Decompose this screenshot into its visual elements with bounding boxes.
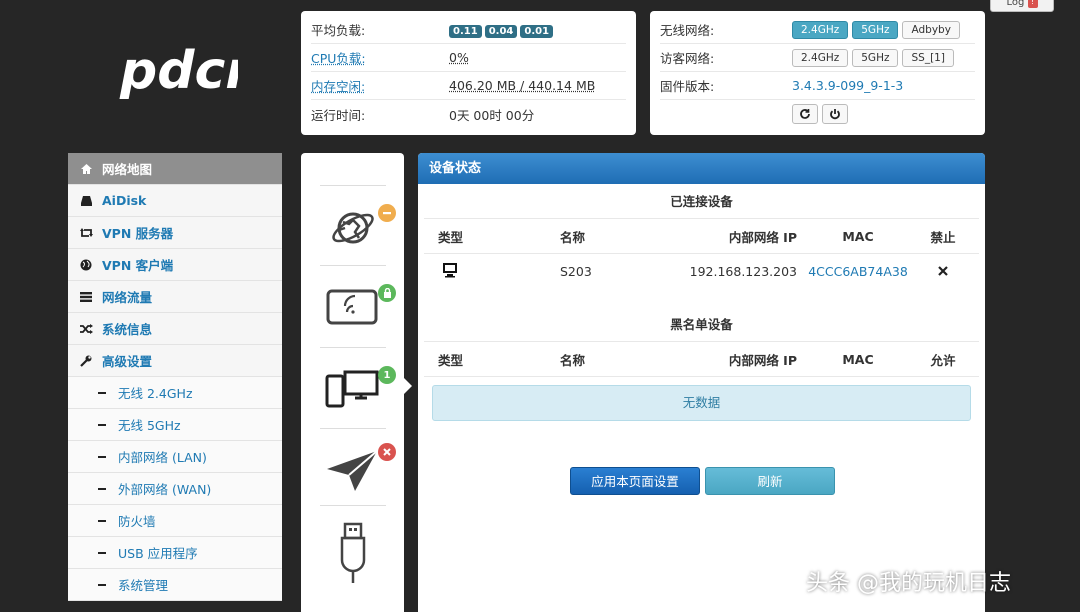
sidebar-item-vpn-server[interactable]: VPN 服务器	[68, 217, 282, 249]
error-badge-icon	[378, 443, 396, 461]
sidebar-item-network-map[interactable]: 网络地图	[68, 153, 282, 185]
shuffle-icon	[80, 323, 98, 335]
sidebar-menu: 网络地图 AiDisk VPN 服务器 VPN 客户端 网络流量 系统信息 高级…	[68, 153, 282, 601]
uptime-value: 0天 00时 00分	[449, 107, 535, 123]
home-icon	[80, 163, 98, 175]
sidebar-item-aidisk[interactable]: AiDisk	[68, 185, 282, 217]
lock-badge-icon	[378, 284, 396, 302]
sidebar-sub-wifi24[interactable]: 无线 2.4GHz	[68, 377, 282, 409]
sidebar-sub-wan[interactable]: 外部网络 (WAN)	[68, 473, 282, 505]
reboot-button[interactable]	[792, 104, 818, 124]
blacklist-table-header: 类型 名称 内部网络 IP MAC 允许	[424, 342, 979, 377]
dash-icon	[98, 519, 106, 522]
globe-satellite-icon	[332, 212, 374, 244]
guest-24-button[interactable]: 2.4GHz	[792, 48, 849, 67]
list-icon	[80, 291, 98, 303]
no-data-message: 无数据	[432, 385, 971, 421]
device-mac-link[interactable]: 4CCC6AB74A38	[803, 264, 913, 279]
wireless-5-button[interactable]: 5GHz	[852, 20, 899, 39]
connected-devices-title: 已连接设备	[424, 184, 979, 219]
panel-title: 设备状态	[418, 153, 985, 184]
globe-icon	[80, 259, 98, 271]
warning-badge-icon	[378, 204, 396, 222]
wireless-24-button[interactable]: 2.4GHz	[792, 20, 849, 39]
cpu-label-link[interactable]: CPU负载:	[311, 48, 449, 67]
load-15min: 0.01	[520, 24, 554, 38]
vpn-status-cell[interactable]	[320, 428, 396, 508]
sidebar-item-advanced[interactable]: 高级设置	[68, 345, 282, 377]
retweet-icon	[80, 227, 98, 239]
dash-icon	[98, 455, 106, 458]
status-icon-column: 1	[301, 153, 404, 612]
device-status-panel: 设备状态 已连接设备 类型 名称 内部网络 IP MAC 禁止 S203 192…	[418, 153, 985, 612]
firmware-version-link[interactable]: 3.4.3.9-099_9-1-3	[792, 78, 903, 93]
power-button[interactable]	[822, 104, 848, 124]
refresh-button[interactable]: 刷新	[705, 467, 835, 495]
cpu-value: 0%	[449, 50, 469, 65]
usb-icon	[340, 522, 366, 583]
internet-status-cell[interactable]	[320, 185, 396, 265]
system-status-panel: 平均负载: 0.11 0.04 0.01 CPU负载: 0% 内存空闲: 406.2…	[301, 11, 636, 135]
svg-text:pdcn: pdcn	[119, 42, 238, 101]
devices-icon	[325, 370, 379, 408]
client-count-badge: 1	[378, 366, 396, 384]
guest-5-button[interactable]: 5GHz	[852, 48, 899, 67]
wrench-icon	[80, 355, 98, 367]
blacklist-title: 黑名单设备	[424, 307, 979, 342]
logout-button[interactable]: Log !	[990, 0, 1054, 12]
load-label: 平均负载:	[311, 23, 366, 38]
device-ip: 192.168.123.203	[689, 264, 797, 279]
apply-settings-button[interactable]: 应用本页面设置	[570, 467, 700, 495]
table-row: S203 192.168.123.203 4CCC6AB74A38	[424, 254, 979, 289]
refresh-icon	[800, 109, 810, 119]
dash-icon	[98, 423, 106, 426]
connected-table-header: 类型 名称 内部网络 IP MAC 禁止	[424, 219, 979, 254]
sidebar-item-traffic[interactable]: 网络流量	[68, 281, 282, 313]
power-icon	[830, 109, 840, 120]
dash-icon	[98, 487, 106, 490]
sidebar-sub-firewall[interactable]: 防火墙	[68, 505, 282, 537]
ss-button[interactable]: SS_[1]	[902, 48, 954, 67]
block-device-icon[interactable]	[913, 264, 973, 279]
paper-plane-icon	[327, 450, 378, 491]
logout-badge: !	[1027, 0, 1038, 8]
sidebar-item-sysinfo[interactable]: 系统信息	[68, 313, 282, 345]
adbyby-button[interactable]: Adbyby	[902, 20, 960, 39]
disk-icon	[80, 195, 98, 207]
firmware-label: 固件版本:	[660, 79, 715, 94]
sidebar-sub-lan[interactable]: 内部网络 (LAN)	[68, 441, 282, 473]
load-1min: 0.11	[449, 24, 482, 38]
sidebar-item-vpn-client[interactable]: VPN 客户端	[68, 249, 282, 281]
dash-icon	[98, 391, 106, 394]
mem-label-link[interactable]: 内存空闲:	[311, 76, 449, 95]
dash-icon	[98, 583, 106, 586]
watermark-text: 头条 @我的玩机日志	[806, 571, 1011, 596]
mem-value: 406.20 MB / 440.14 MB	[449, 78, 596, 93]
clients-status-cell[interactable]: 1	[320, 347, 396, 427]
usb-status-cell[interactable]	[320, 505, 386, 585]
computer-icon	[424, 262, 516, 281]
load-5min: 0.04	[484, 24, 518, 38]
wireless-status-cell[interactable]	[320, 265, 396, 345]
guest-label: 访客网络:	[660, 51, 715, 66]
pointer-arrow	[403, 377, 412, 395]
router-logo: pdcn	[118, 41, 262, 106]
sidebar-sub-wifi5[interactable]: 无线 5GHz	[68, 409, 282, 441]
dash-icon	[98, 551, 106, 554]
wireless-label: 无线网络:	[660, 23, 715, 38]
device-name: S203	[560, 264, 592, 279]
sidebar-sub-usb[interactable]: USB 应用程序	[68, 537, 282, 569]
tablet-wifi-icon	[326, 289, 378, 325]
sidebar-sub-admin[interactable]: 系统管理	[68, 569, 282, 601]
uptime-label: 运行时间:	[311, 107, 366, 123]
network-panel: 无线网络: 2.4GHz 5GHz Adbyby 访客网络: 2.4GHz 5G…	[650, 11, 985, 135]
